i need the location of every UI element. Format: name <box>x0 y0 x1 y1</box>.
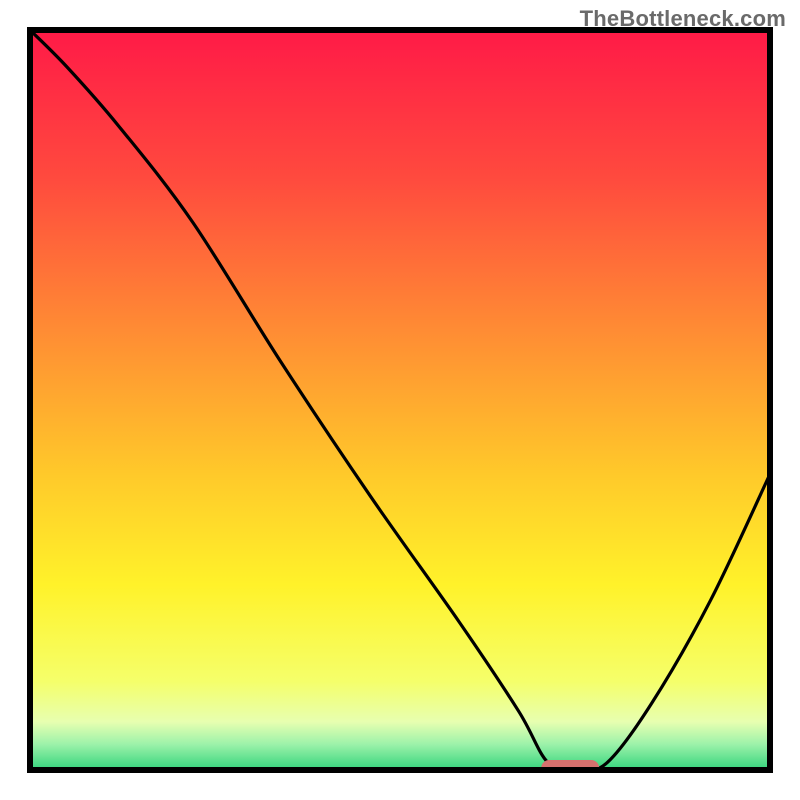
watermark-text: TheBottleneck.com <box>580 6 786 32</box>
chart-svg <box>0 0 800 800</box>
chart-stage: TheBottleneck.com <box>0 0 800 800</box>
plot-background <box>30 30 770 770</box>
